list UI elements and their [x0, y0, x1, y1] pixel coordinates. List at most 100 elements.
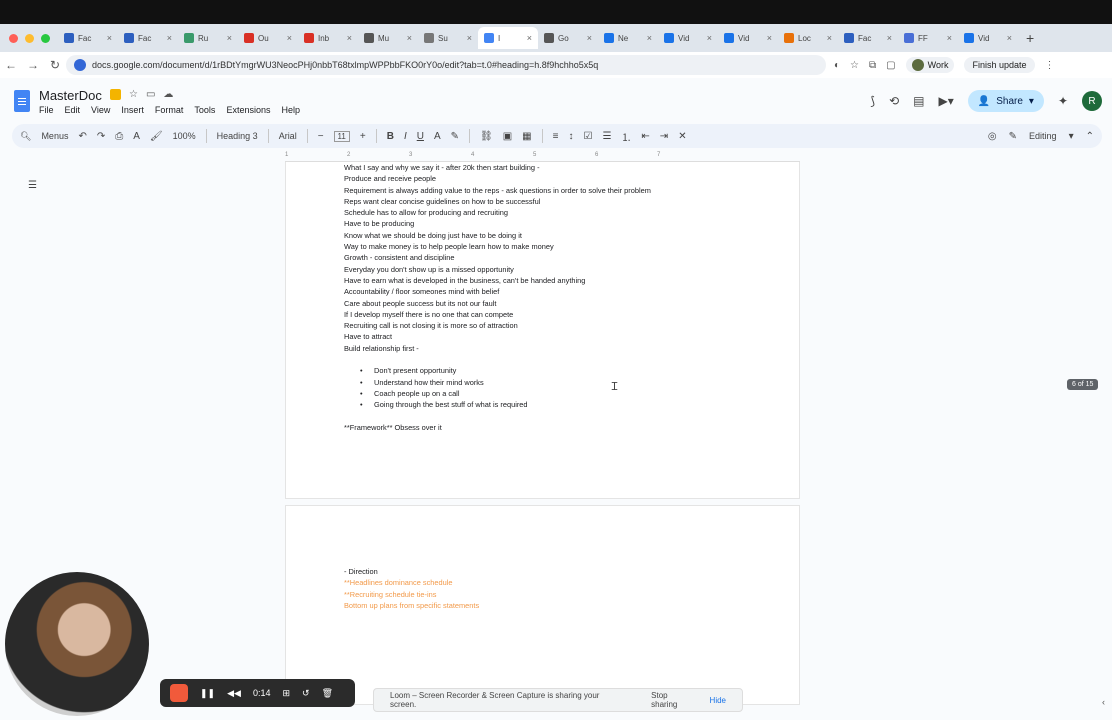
menu-file[interactable]: File [39, 105, 54, 115]
style-select[interactable]: Heading 3 [217, 131, 258, 141]
text-line[interactable]: Have to attract [344, 331, 651, 342]
tab-close-icon[interactable]: × [287, 33, 292, 43]
extension-badge-icon[interactable] [110, 89, 121, 100]
back-icon[interactable]: ← [0, 58, 22, 72]
cloud-status-icon[interactable]: ☁ [163, 89, 173, 100]
finish-update-button[interactable]: Finish update [964, 57, 1035, 73]
underline-icon[interactable]: U [417, 131, 424, 142]
editing-mode-select[interactable]: Editing [1029, 131, 1057, 141]
browser-tab[interactable]: Mu × [358, 27, 418, 49]
decrease-indent-icon[interactable]: ⇤ [641, 131, 649, 142]
text-line[interactable]: Growth - consistent and discipline [344, 252, 651, 263]
spellcheck-icon[interactable]: A [133, 131, 140, 142]
tab-close-icon[interactable]: × [347, 33, 352, 43]
numbered-list-icon[interactable]: ⒈ [621, 129, 631, 144]
browser-tab[interactable]: Ne × [598, 27, 658, 49]
page-body[interactable]: - Direction **Headlines dominance schedul… [344, 566, 479, 611]
text-line[interactable]: Reps want clear concise guidelines on ho… [344, 196, 651, 207]
sidebar-icon[interactable]: ▢ [886, 60, 895, 71]
version-history-icon[interactable]: ⟲ [889, 94, 899, 108]
tab-close-icon[interactable]: × [467, 33, 472, 43]
maximize-window-button[interactable] [41, 33, 50, 43]
stop-sharing-button[interactable]: Stop sharing [651, 691, 695, 709]
tab-close-icon[interactable]: × [707, 33, 712, 43]
browser-tab[interactable]: Su × [418, 27, 478, 49]
gemini-star-icon[interactable]: ✦ [1058, 94, 1068, 108]
search-menus-label[interactable]: Menus [41, 131, 68, 141]
browser-tab[interactable]: Go × [538, 27, 598, 49]
menu-view[interactable]: View [91, 105, 110, 115]
bold-icon[interactable]: B [387, 131, 394, 142]
document-outline-icon[interactable]: ☰ [28, 180, 37, 191]
text-line[interactable]: If I develop myself there is no one that… [344, 309, 651, 320]
tab-close-icon[interactable]: × [587, 33, 592, 43]
browser-tab[interactable]: Ru × [178, 27, 238, 49]
tab-close-icon[interactable]: × [647, 33, 652, 43]
text-line[interactable]: Everyday you don't show up is a missed o… [344, 264, 651, 275]
text-line[interactable]: Requirement is always adding value to th… [344, 185, 651, 196]
tab-close-icon[interactable]: × [407, 33, 412, 43]
redo-icon[interactable]: ↷ [97, 131, 105, 142]
minimize-window-button[interactable] [25, 33, 34, 43]
text-line[interactable]: Accountability / floor someones mind wit… [344, 286, 651, 297]
tab-close-icon[interactable]: × [947, 33, 952, 43]
stop-recording-button[interactable] [170, 684, 188, 702]
tab-close-icon[interactable]: × [887, 33, 892, 43]
decrease-font-icon[interactable]: − [318, 131, 324, 142]
print-icon[interactable]: ⎙ [115, 131, 123, 142]
voice-typing-icon[interactable]: ◎ [988, 131, 997, 142]
line-spacing-icon[interactable]: ↕ [568, 131, 573, 142]
tab-close-icon[interactable]: × [527, 33, 532, 43]
tab-close-icon[interactable]: × [827, 33, 832, 43]
menu-help[interactable]: Help [281, 105, 300, 115]
highlighted-line[interactable]: Bottom up plans from specific statements [344, 600, 479, 611]
browser-tab[interactable]: Loc × [778, 27, 838, 49]
webcam-bubble[interactable] [5, 572, 149, 716]
restart-icon[interactable]: ◀◀ [227, 688, 241, 699]
menu-edit[interactable]: Edit [65, 105, 81, 115]
increase-indent-icon[interactable]: ⇥ [660, 131, 668, 142]
pause-icon[interactable]: ❚❚ [200, 688, 215, 699]
tab-close-icon[interactable]: × [767, 33, 772, 43]
tab-close-icon[interactable]: × [1007, 33, 1012, 43]
tab-close-icon[interactable]: × [227, 33, 232, 43]
image-icon[interactable]: ▦ [522, 131, 531, 142]
bullet-item[interactable]: Don't present opportunity [344, 365, 651, 377]
tab-close-icon[interactable]: × [107, 33, 112, 43]
browser-tab[interactable]: Fac × [118, 27, 178, 49]
site-info-icon[interactable] [74, 59, 86, 71]
star-icon[interactable]: ☆ [129, 89, 138, 100]
mode-dropdown-icon[interactable]: ▾ [1069, 131, 1074, 142]
text-line[interactable]: Produce and receive people [344, 173, 651, 184]
text-line[interactable]: Recruiting call is not closing it is mor… [344, 320, 651, 331]
horizontal-ruler[interactable]: 1 2 3 4 5 6 7 [285, 150, 800, 162]
text-line[interactable]: Way to make money is to help people lear… [344, 241, 651, 252]
text-line[interactable]: Build relationship first - [344, 343, 651, 354]
text-color-icon[interactable]: A [434, 131, 441, 142]
hide-notice-button[interactable]: Hide [710, 696, 726, 705]
bulleted-list-icon[interactable]: ☰ [602, 131, 611, 142]
docs-logo-icon[interactable] [14, 90, 30, 112]
bookmark-star-icon[interactable]: ☆ [850, 60, 859, 71]
browser-tab[interactable]: Fac × [838, 27, 898, 49]
expand-side-panel-icon[interactable]: ‹ [1102, 697, 1105, 707]
bullet-item[interactable]: Understand how their mind works [344, 377, 651, 389]
share-button[interactable]: 👤 Share ▾ [967, 90, 1044, 112]
paint-format-icon[interactable]: 🖌︎ [150, 131, 163, 142]
browser-tab[interactable]: I × [478, 27, 538, 49]
checklist-icon[interactable]: ☑ [583, 131, 592, 142]
editing-mode-icon[interactable]: ✎ [1009, 131, 1017, 142]
browser-tab[interactable]: Fac × [58, 27, 118, 49]
font-select[interactable]: Arial [279, 131, 297, 141]
grid-icon[interactable]: ⊞ [282, 688, 290, 699]
tab-close-icon[interactable]: × [167, 33, 172, 43]
menu-insert[interactable]: Insert [121, 105, 144, 115]
bullet-item[interactable]: Coach people up on a call [344, 388, 651, 400]
link-icon[interactable]: ⛓ [480, 131, 493, 142]
document-title[interactable]: MasterDoc [39, 88, 102, 103]
increase-font-icon[interactable]: + [360, 131, 366, 142]
menu-extensions[interactable]: Extensions [226, 105, 270, 115]
text-line[interactable]: What I say and why we say it - after 20k… [344, 162, 651, 173]
redo-recording-icon[interactable]: ↺ [302, 688, 310, 699]
italic-icon[interactable]: I [404, 131, 407, 142]
